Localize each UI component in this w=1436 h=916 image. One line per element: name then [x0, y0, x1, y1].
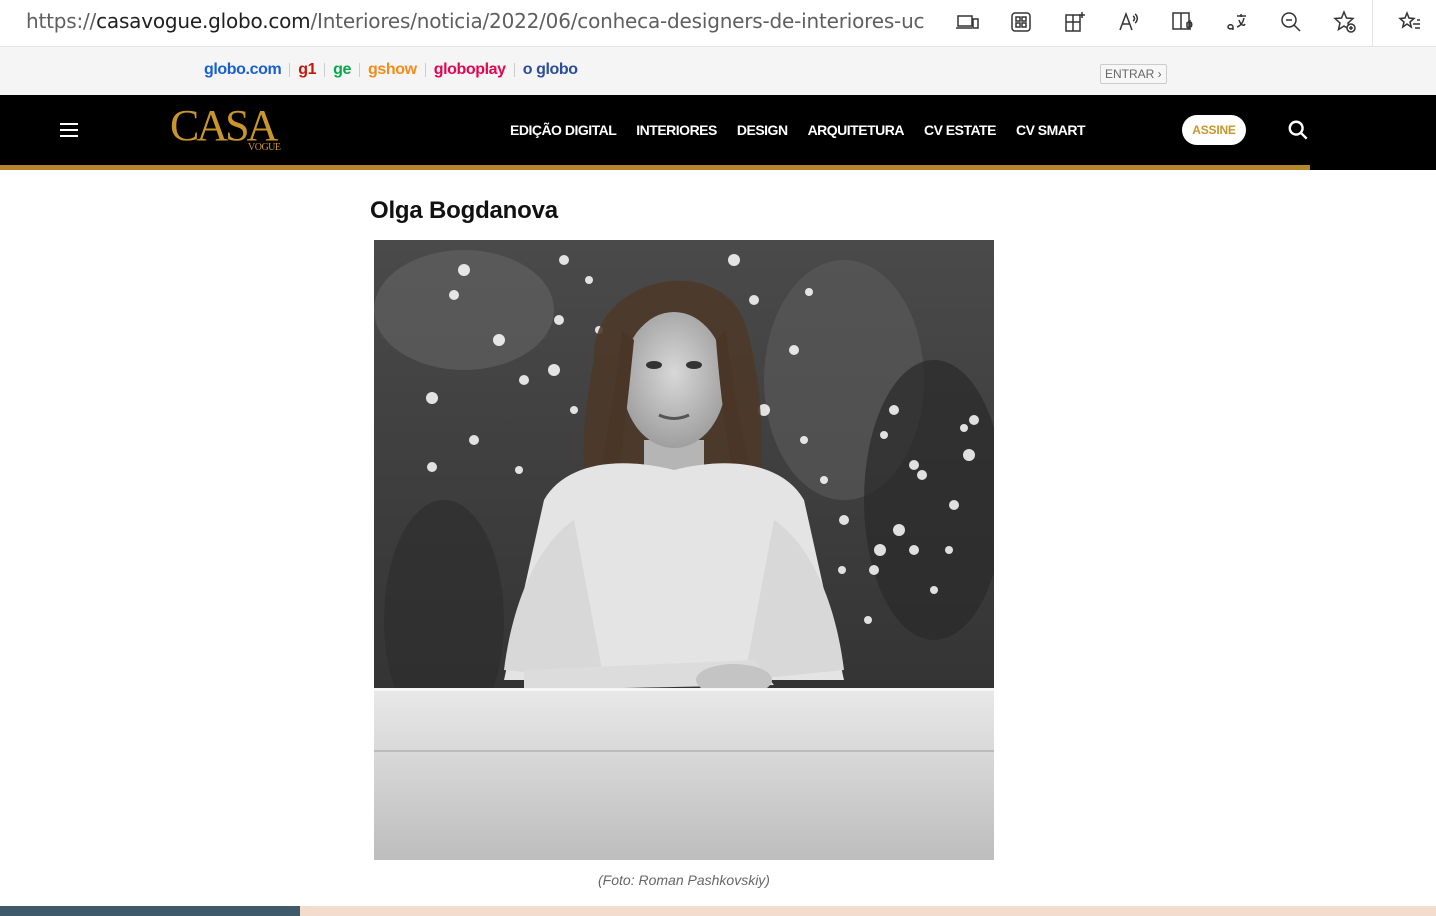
favorites-icon[interactable] [1392, 6, 1428, 38]
login-button[interactable]: ENTRAR › [1100, 64, 1167, 84]
photo-caption: (Foto: Roman Pashkovskiy) [598, 872, 770, 888]
nav-design[interactable]: DESIGN [737, 122, 788, 138]
url-host: casavogue.globo.com [96, 9, 311, 33]
zoom-icon[interactable] [1264, 6, 1318, 38]
globo-link-g1[interactable]: g1 [298, 61, 316, 79]
nav-cv-smart[interactable]: CV SMART [1016, 122, 1086, 138]
globo-link-globoplay[interactable]: globoplay [434, 61, 506, 79]
header-accent-line [0, 165, 1310, 170]
globo-link-ge[interactable]: ge [333, 61, 351, 79]
immersive-reader-icon[interactable] [1156, 6, 1210, 38]
menu-icon[interactable] [60, 123, 78, 137]
divider [424, 63, 426, 77]
site-logo-sub: VOGUE [248, 142, 281, 153]
add-tab-icon[interactable] [1048, 6, 1102, 38]
nav-arquitetura[interactable]: ARQUITETURA [808, 122, 905, 138]
globo-link-gshow[interactable]: gshow [368, 61, 417, 79]
globo-link-oglobo[interactable]: o globo [523, 61, 578, 79]
nav-interiores[interactable]: INTERIORES [636, 122, 717, 138]
globo-network-bar: globo.com g1 ge gshow globoplay o globo … [0, 47, 1436, 96]
main-nav: EDIÇÃO DIGITAL INTERIORES DESIGN ARQUITE… [510, 122, 1086, 138]
url-prefix: https:// [26, 9, 97, 33]
nav-cv-estate[interactable]: CV ESTATE [924, 122, 997, 138]
url-field[interactable]: https://casavogue.globo.com/Interiores/n… [26, 9, 926, 33]
site-header: CASA VOGUE EDIÇÃO DIGITAL INTERIORES DES… [0, 95, 1310, 165]
next-content-strip-left [0, 906, 300, 916]
apps-icon[interactable] [994, 6, 1048, 38]
globo-link-globocom[interactable]: globo.com [204, 61, 282, 79]
read-aloud-icon[interactable] [1102, 6, 1156, 38]
url-path: /Interiores/noticia/2022/06/conheca-desi… [310, 9, 926, 33]
devices-icon[interactable] [940, 6, 994, 38]
add-favorite-icon[interactable] [1318, 6, 1372, 38]
divider [324, 63, 326, 77]
header-extension [1310, 95, 1436, 170]
divider [359, 63, 361, 77]
toolbar-separator [1372, 0, 1373, 46]
search-icon[interactable] [1287, 119, 1309, 141]
nav-edicao-digital[interactable]: EDIÇÃO DIGITAL [510, 122, 617, 138]
next-content-strip [0, 906, 1436, 916]
translate-icon[interactable] [1210, 6, 1264, 38]
divider [289, 63, 291, 77]
subscribe-button[interactable]: ASSINE [1182, 115, 1246, 145]
browser-address-bar: https://casavogue.globo.com/Interiores/n… [0, 0, 1436, 47]
divider [513, 63, 515, 77]
designer-portrait-photo [374, 240, 994, 860]
globo-network-links: globo.com g1 ge gshow globoplay o globo [204, 61, 586, 79]
designer-name-heading: Olga Bogdanova [370, 197, 558, 224]
